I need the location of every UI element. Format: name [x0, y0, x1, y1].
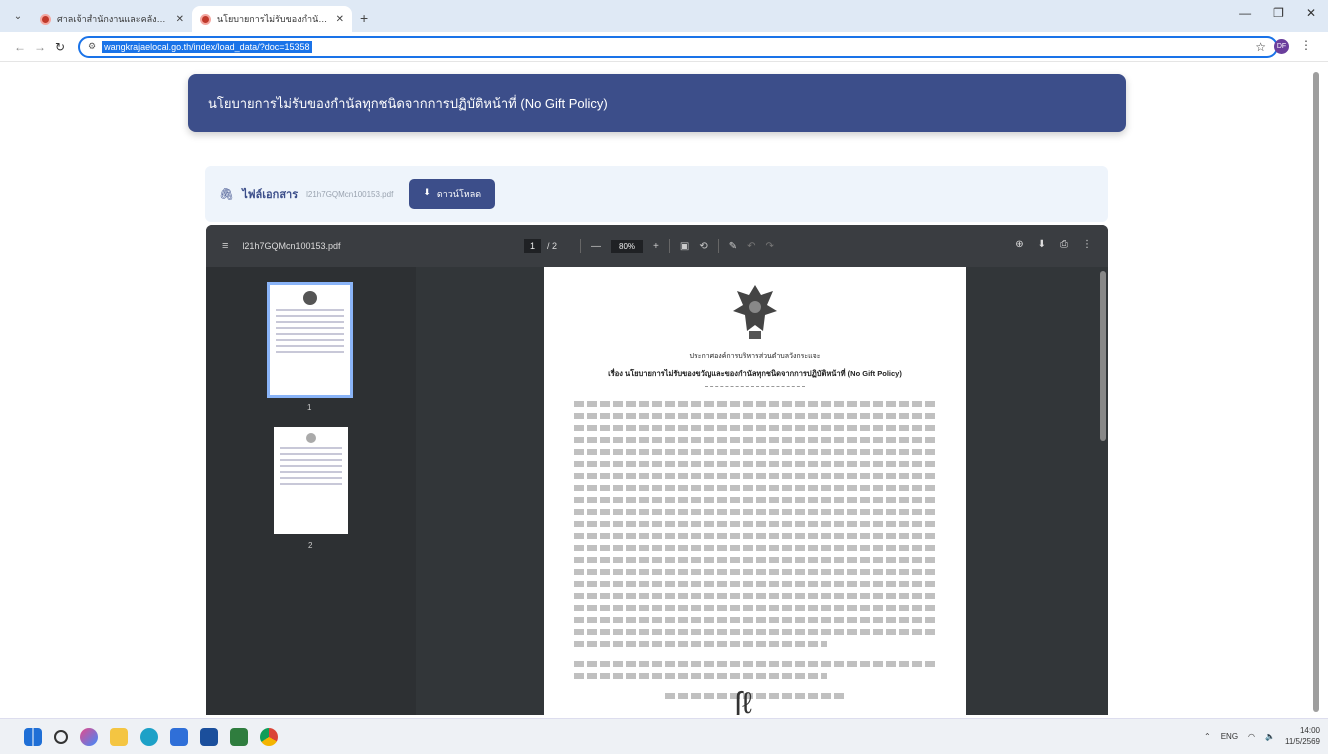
- mail-icon[interactable]: [200, 728, 218, 746]
- attachment-filename: l21h7GQMcn100153.pdf: [306, 189, 394, 199]
- hamburger-menu-icon[interactable]: ≡: [222, 240, 228, 252]
- page-number-input[interactable]: 1: [524, 239, 542, 253]
- new-tab-button[interactable]: +: [360, 10, 368, 26]
- zoom-out-icon[interactable]: —: [591, 241, 601, 252]
- favicon-icon: [40, 13, 51, 25]
- tab-title: ศาลเจ้าสำนักงานและคลังข้อมูล: [57, 14, 170, 24]
- attachment-bar: 🖇 ไฟล์เอกสาร l21h7GQMcn100153.pdf ⬇ ดาวน…: [205, 166, 1108, 222]
- more-options-icon[interactable]: ⋮: [1082, 239, 1092, 250]
- pdf-scrollbar[interactable]: [1100, 271, 1106, 441]
- windows-icon[interactable]: [24, 728, 42, 746]
- back-icon[interactable]: ←: [10, 40, 30, 54]
- thumbnail-label: 1: [307, 403, 312, 412]
- tab-1[interactable]: ศาลเจ้าสำนักงานและคลังข้อมูล ✕: [32, 6, 192, 32]
- language-indicator[interactable]: ENG: [1221, 732, 1238, 741]
- add-note-icon[interactable]: ⊕: [1015, 239, 1023, 250]
- undo-icon[interactable]: ↶: [747, 241, 755, 252]
- download-label: ดาวน์โหลด: [436, 189, 482, 199]
- page-thumbnail-1[interactable]: [267, 282, 353, 398]
- store-icon[interactable]: [170, 728, 188, 746]
- restore-icon[interactable]: ❐: [1273, 6, 1284, 20]
- system-tray: ⌃ ENG ◠ 🔈 14:00 11/5/2569: [1204, 725, 1320, 747]
- signature-image: ∫ℓ: [734, 687, 752, 715]
- taskbar: ⌃ ENG ◠ 🔈 14:00 11/5/2569: [0, 718, 1328, 754]
- fit-page-icon[interactable]: ▣: [680, 241, 689, 252]
- announcement-heading: ประกาศองค์การบริหารส่วนตำบลวังกระแจะ: [689, 353, 821, 360]
- pdf-filename: l21h7GQMcn100153.pdf: [242, 241, 341, 251]
- thumbnail-sidebar: 1 2: [206, 267, 416, 715]
- minimize-icon[interactable]: —: [1239, 6, 1251, 20]
- favicon-icon: [200, 13, 211, 25]
- profile-avatar[interactable]: DF: [1274, 39, 1289, 54]
- print-icon[interactable]: ⎙: [1060, 239, 1068, 250]
- pdf-actions: ⊕ ⬇ ⎙ ⋮: [1015, 239, 1092, 250]
- tab-title: นโยบายการไม่รับของกำนัลทุกชนิดจาก...: [217, 14, 330, 24]
- copilot-icon[interactable]: [80, 728, 98, 746]
- close-tab-icon[interactable]: ✕: [336, 14, 344, 25]
- pdf-toolbar: ≡ l21h7GQMcn100153.pdf 1 / 2 — 80% + ▣ ⟲…: [206, 225, 1108, 267]
- page-total: / 2: [547, 241, 558, 251]
- pdf-viewer: ≡ l21h7GQMcn100153.pdf 1 / 2 — 80% + ▣ ⟲…: [206, 225, 1108, 715]
- browser-menu-icon[interactable]: ⋮: [1300, 38, 1312, 52]
- bookmark-star-icon[interactable]: ☆: [1255, 40, 1266, 54]
- tab-search-icon[interactable]: ⌄: [8, 6, 28, 26]
- page-thumbnail-2[interactable]: [274, 427, 348, 534]
- page-title-banner: นโยบายการไม่รับของกำนัลทุกชนิดจากการปฏิบ…: [188, 74, 1126, 132]
- edge-icon[interactable]: [140, 728, 158, 746]
- tab-2[interactable]: นโยบายการไม่รับของกำนัลทุกชนิดจาก... ✕: [192, 6, 352, 32]
- pdf-page: ประกาศองค์การบริหารส่วนตำบลวังกระแจะ เรื…: [544, 267, 966, 715]
- page-title: นโยบายการไม่รับของกำนัลทุกชนิดจากการปฏิบ…: [208, 95, 608, 111]
- volume-icon[interactable]: 🔈: [1265, 732, 1275, 741]
- address-bar-row: ← → ↻ ⚙ wangkrajaelocal.go.th/index/load…: [0, 32, 1328, 62]
- clock[interactable]: 14:00 11/5/2569: [1285, 725, 1320, 747]
- pdf-download-icon[interactable]: ⬇: [1038, 239, 1046, 250]
- chrome-icon[interactable]: [260, 728, 278, 746]
- forward-icon[interactable]: →: [30, 40, 50, 54]
- page-indicator: 1 / 2: [524, 239, 557, 253]
- garuda-emblem: [729, 281, 781, 343]
- close-tab-icon[interactable]: ✕: [176, 14, 184, 25]
- close-window-icon[interactable]: ✕: [1306, 6, 1316, 20]
- file-explorer-icon[interactable]: [110, 728, 128, 746]
- page-scrollbar[interactable]: [1312, 64, 1320, 714]
- window-controls: — ❐ ✕: [1239, 6, 1316, 20]
- download-icon: ⬇: [423, 187, 431, 197]
- chevron-up-icon[interactable]: ⌃: [1204, 732, 1211, 741]
- wifi-icon[interactable]: ◠: [1248, 732, 1255, 741]
- clock-date: 11/5/2569: [1285, 737, 1320, 746]
- zoom-value[interactable]: 80%: [611, 239, 644, 253]
- paperclip-icon: 🖇: [219, 187, 235, 201]
- document-body: [574, 401, 936, 699]
- announcement-subject: เรื่อง นโยบายการไม่รับของขวัญและของกำนัล…: [608, 369, 902, 378]
- annotate-icon[interactable]: ✎: [729, 241, 737, 252]
- url-text: wangkrajaelocal.go.th/index/load_data/?d…: [102, 40, 312, 53]
- rotate-icon[interactable]: ⟲: [699, 241, 707, 252]
- tab-bar: ⌄ ศาลเจ้าสำนักงานและคลังข้อมูล ✕ นโยบายก…: [0, 0, 1328, 32]
- clock-time: 14:00: [1299, 726, 1320, 735]
- reload-icon[interactable]: ↻: [50, 40, 70, 54]
- search-icon[interactable]: [54, 730, 68, 744]
- attachment-label: ไฟล์เอกสาร: [242, 189, 299, 201]
- redo-icon[interactable]: ↷: [765, 241, 773, 252]
- site-info-icon[interactable]: ⚙: [88, 41, 96, 52]
- taskbar-apps: [24, 728, 278, 746]
- zoom-in-icon[interactable]: +: [653, 241, 659, 252]
- url-input[interactable]: ⚙ wangkrajaelocal.go.th/index/load_data/…: [78, 35, 1278, 58]
- download-button[interactable]: ⬇ ดาวน์โหลด: [409, 179, 496, 209]
- excel-icon[interactable]: [230, 728, 248, 746]
- thumbnail-label: 2: [308, 541, 313, 550]
- zoom-controls: — 80% + ▣ ⟲ ✎ ↶ ↷: [580, 239, 774, 253]
